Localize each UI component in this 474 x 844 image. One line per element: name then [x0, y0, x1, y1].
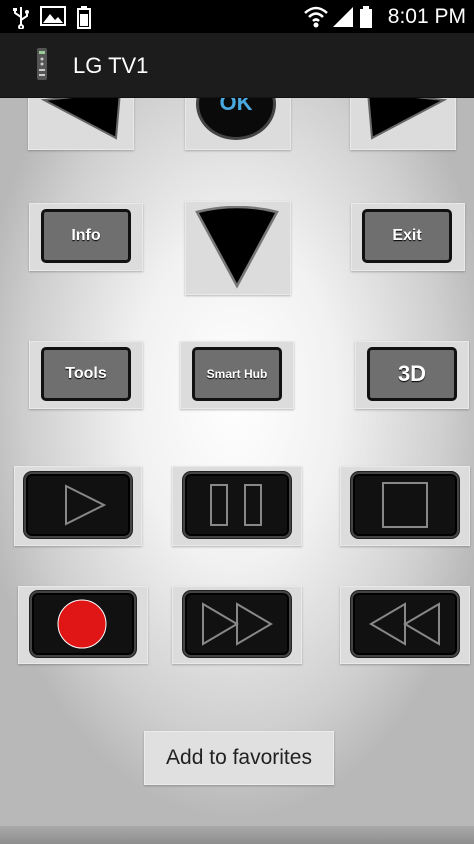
- left-arrow-button[interactable]: [38, 98, 128, 144]
- info-label: Info: [71, 227, 101, 244]
- status-bar: 8:01 PM: [0, 0, 474, 33]
- smart-hub-label: Smart Hub: [206, 367, 268, 381]
- stop-button[interactable]: [351, 472, 459, 538]
- image-icon: [40, 6, 66, 26]
- add-to-favorites-label: Add to favorites: [166, 746, 312, 769]
- fast-forward-button[interactable]: [183, 591, 291, 657]
- tools-label: Tools: [65, 365, 107, 382]
- rewind-button[interactable]: [351, 591, 459, 657]
- bottom-strip: [0, 826, 474, 844]
- pause-icon: [210, 484, 262, 526]
- signal-icon: [333, 7, 353, 27]
- record-icon: [57, 599, 107, 649]
- add-to-favorites-button[interactable]: Add to favorites: [144, 731, 334, 785]
- pause-button[interactable]: [183, 472, 291, 538]
- info-button[interactable]: Info: [41, 209, 131, 263]
- battery-icon: [360, 6, 372, 28]
- play-button[interactable]: [24, 472, 132, 538]
- smart-hub-button[interactable]: Smart Hub: [192, 347, 282, 401]
- status-time: 8:01 PM: [387, 5, 466, 28]
- record-button[interactable]: [30, 591, 136, 657]
- three-d-button[interactable]: 3D: [367, 347, 457, 401]
- down-arrow-button[interactable]: [193, 206, 281, 290]
- tools-button[interactable]: Tools: [41, 347, 131, 401]
- battery-small-icon: [77, 6, 91, 29]
- rewind-icon: [369, 602, 440, 646]
- exit-label: Exit: [392, 227, 422, 244]
- fast-forward-icon: [202, 602, 273, 646]
- right-arrow-button[interactable]: [360, 98, 450, 144]
- play-icon: [65, 484, 107, 526]
- exit-button[interactable]: Exit: [362, 209, 452, 263]
- app-title: LG TV1: [73, 53, 149, 78]
- remote-icon[interactable]: [35, 47, 49, 81]
- stop-icon: [382, 482, 428, 528]
- wifi-icon: [304, 6, 328, 28]
- three-d-label: 3D: [397, 361, 427, 386]
- ok-label: OK: [219, 98, 253, 115]
- usb-icon: [13, 7, 29, 29]
- remote-panel: OK Info Exit Tools Smart Hub 3D Add to f…: [0, 98, 474, 844]
- action-bar: LG TV1: [0, 33, 474, 98]
